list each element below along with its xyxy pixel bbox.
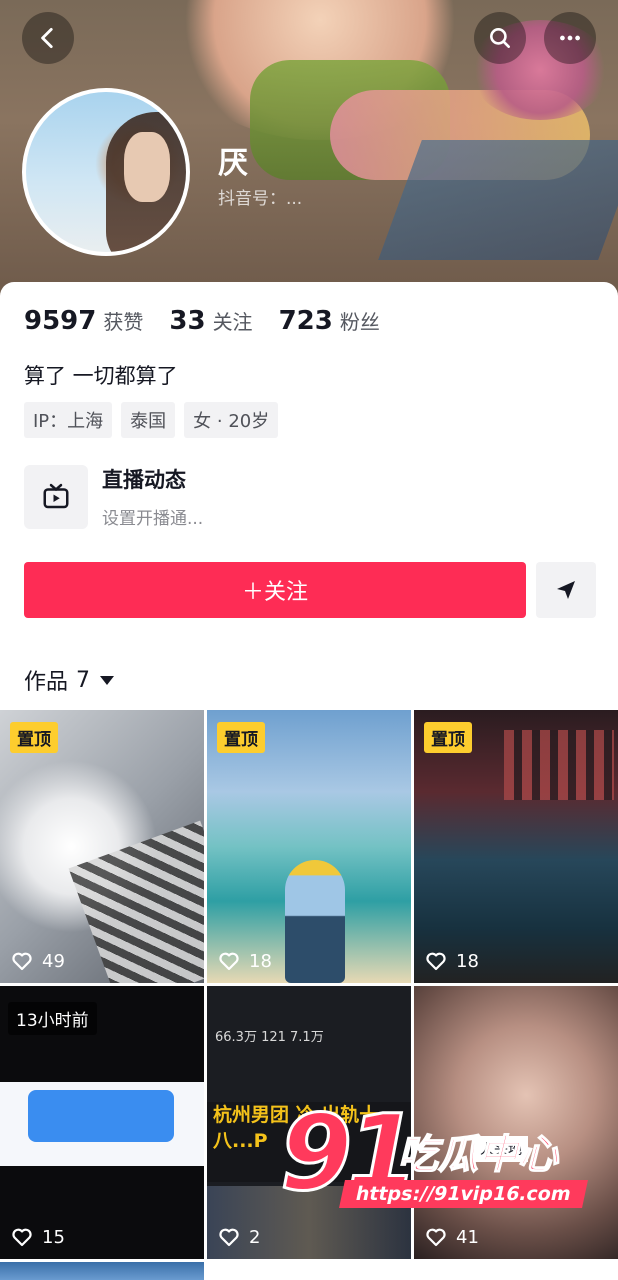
send-icon <box>557 581 575 599</box>
back-arrow-icon <box>41 27 53 49</box>
like-count-value: 18 <box>249 950 272 972</box>
caret-down-icon <box>100 675 115 685</box>
tab-works-count: 7 <box>76 667 91 693</box>
tab-works[interactable]: 作品 7 <box>24 664 115 696</box>
pinned-badge: 置顶 <box>10 722 58 753</box>
tv-icon <box>43 483 69 508</box>
stat-label: 关注 <box>212 310 253 334</box>
message-button[interactable] <box>536 562 596 618</box>
thumbnail-art <box>0 1262 204 1280</box>
thumbnail-caption: 人头地 <box>474 1136 528 1162</box>
like-count: 18 <box>217 949 272 973</box>
more-button[interactable] <box>544 12 596 64</box>
live-title: 直播动态 <box>102 468 186 492</box>
back-button[interactable] <box>22 12 74 64</box>
like-count: 18 <box>424 949 479 973</box>
like-count: 41 <box>424 1225 479 1249</box>
tag-gender-age: 女 · 20岁 <box>184 402 279 438</box>
pinned-badge: 置顶 <box>217 722 265 753</box>
stat-number: 723 <box>278 306 333 336</box>
like-count: 49 <box>10 949 65 973</box>
thumbnail-overlay-text: 杭州男团 冷 出轨十八...P <box>213 1104 379 1152</box>
stat-number: 33 <box>169 306 206 336</box>
like-count-value: 41 <box>456 1226 479 1248</box>
like-count-value: 2 <box>249 1226 261 1248</box>
stat-label: 粉丝 <box>339 310 380 334</box>
thumbnail-stats-text: 66.3万 121 7.1万 <box>215 1030 324 1045</box>
time-badge: 13小时前 <box>8 1002 97 1035</box>
thumbnail-art <box>504 730 614 800</box>
stats-row: 9597 获赞 33 关注 723 粉丝 <box>24 306 406 336</box>
heart-icon <box>12 952 32 971</box>
profile-card: 9597 获赞 33 关注 723 粉丝 算了 一切都算了 IP：上海 泰国 女… <box>0 282 618 712</box>
heart-icon <box>426 952 446 971</box>
tags: IP：上海 泰国 女 · 20岁 <box>24 402 287 438</box>
more-dots-icon <box>560 35 580 41</box>
nickname: 厌 <box>218 146 248 181</box>
thumbnail-art <box>68 820 204 983</box>
stat-following[interactable]: 33 关注 <box>169 306 252 336</box>
stat-likes[interactable]: 9597 获赞 <box>24 306 143 336</box>
bio: 算了 一切都算了 <box>24 364 178 388</box>
heart-icon <box>12 1228 32 1247</box>
heart-icon <box>426 1228 446 1247</box>
thumbnail-art <box>285 860 345 983</box>
heart-icon <box>219 952 239 971</box>
video-thumbnail[interactable]: 66.3万 121 7.1万 杭州男团 冷 出轨十八...P 2 <box>207 986 411 1259</box>
live-icon-box <box>24 464 88 529</box>
live-updates-entry[interactable]: 直播动态 设置开播通... <box>24 464 203 529</box>
stat-followers[interactable]: 723 粉丝 <box>279 306 380 336</box>
next-row-peek <box>0 1262 618 1280</box>
like-count: 15 <box>10 1225 65 1249</box>
like-count: 2 <box>217 1225 260 1249</box>
search-icon <box>490 28 510 48</box>
video-grid: 置顶 49 置顶 18 置顶 18 13小时前 15 66.3万 121 7.1 <box>0 710 618 1280</box>
stat-label: 获赞 <box>103 310 144 334</box>
avatar[interactable] <box>22 88 190 256</box>
stat-number: 9597 <box>24 306 97 336</box>
tab-works-label: 作品 <box>24 670 69 695</box>
pinned-badge: 置顶 <box>424 722 472 753</box>
tag-location: 泰国 <box>121 402 176 438</box>
like-count-value: 49 <box>42 950 65 972</box>
video-thumbnail[interactable]: 置顶 18 <box>414 710 618 983</box>
search-button[interactable] <box>474 12 526 64</box>
follow-button[interactable]: ＋关注 <box>24 562 526 618</box>
live-subtitle: 设置开播通... <box>102 509 204 529</box>
like-count-value: 18 <box>456 950 479 972</box>
video-thumbnail[interactable]: 人头地 41 <box>414 986 618 1259</box>
video-thumbnail[interactable]: 置顶 18 <box>207 710 411 983</box>
douyin-id[interactable]: 抖音号：... <box>218 184 302 209</box>
video-thumbnail[interactable]: 置顶 49 <box>0 710 204 983</box>
video-thumbnail[interactable]: 13小时前 15 <box>0 986 204 1259</box>
avatar-art <box>124 132 170 202</box>
like-count-value: 15 <box>42 1226 65 1248</box>
banner-art <box>378 140 618 260</box>
heart-icon <box>219 1228 239 1247</box>
tag-ip: IP：上海 <box>24 402 113 438</box>
thumbnail-art <box>28 1090 174 1142</box>
